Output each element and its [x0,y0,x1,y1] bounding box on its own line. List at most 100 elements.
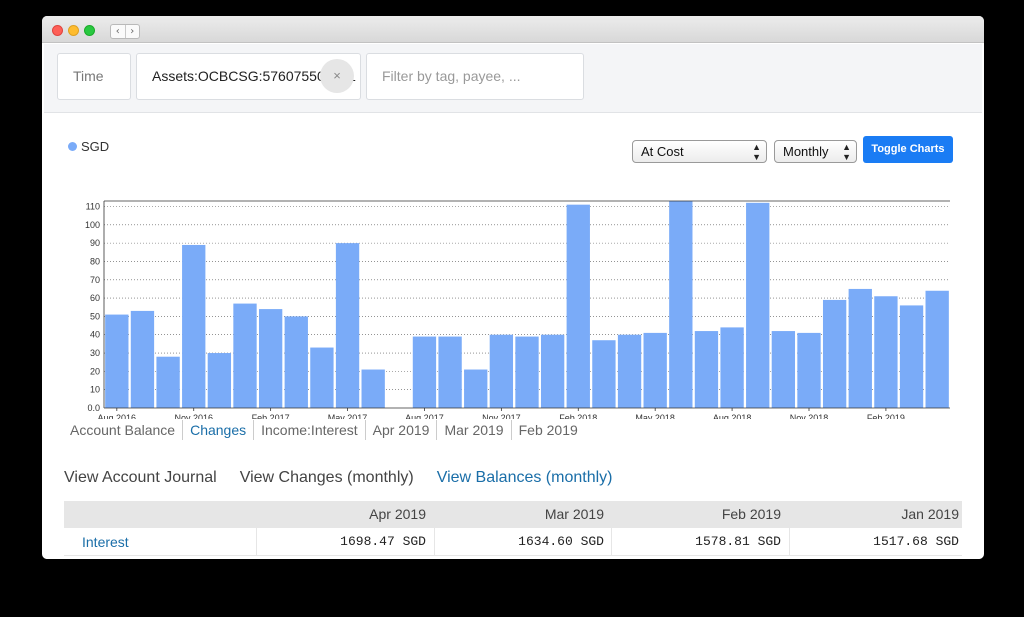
chart-bar[interactable] [617,334,642,408]
x-tick-label: Feb 2019 [867,413,905,419]
column-header[interactable]: Jan 2019 [789,501,959,528]
x-tick-label: May 2018 [635,413,675,419]
cost-select-value: At Cost [641,144,684,159]
chart-bar[interactable] [566,204,590,408]
x-tick-label: Feb 2017 [252,413,290,419]
table-row: Interest 1698.47 SGD 1634.60 SGD 1578.81 S… [64,528,962,556]
chart-bar[interactable] [899,305,924,408]
y-tick-label: 60 [90,293,100,303]
x-tick-label: Aug 2018 [713,413,752,419]
time-filter-input[interactable]: Time [57,53,131,100]
tag-payee-filter-input[interactable]: Filter by tag, payee, ... [366,53,584,100]
table-cell: 1698.47 SGD [256,528,434,556]
chart-bar[interactable] [310,347,334,408]
view-links: View Account Journal View Changes (monthl… [64,469,635,487]
chart-legend: SGD [68,139,109,154]
column-header[interactable]: Feb 2019 [611,501,781,528]
chart-tab-1[interactable]: Changes [182,420,253,440]
browser-window: ‹ › Time Assets:OCBCSG:576075501001 × Fi… [42,16,984,559]
x-tick-label: Aug 2017 [405,413,444,419]
chart-tab-4[interactable]: Mar 2019 [436,420,510,440]
chart-bar[interactable] [540,334,565,408]
chart-tab-0[interactable]: Account Balance [70,420,182,440]
chart-bar[interactable] [822,299,847,408]
chart-bars [105,201,949,408]
chart-bar[interactable] [797,332,821,408]
chart-bar[interactable] [412,336,437,408]
back-icon[interactable]: ‹ [111,25,125,38]
clear-icon[interactable]: × [320,59,354,93]
chart-bar[interactable] [361,369,385,408]
y-tick-label: 40 [90,330,100,340]
chart-tab-3[interactable]: Apr 2019 [364,420,437,440]
table-cell: 1578.81 SGD [611,528,789,556]
chart-bar[interactable] [130,310,155,408]
chart-bar[interactable] [233,303,257,408]
x-tick-label: Nov 2016 [174,413,213,419]
view-link-1[interactable]: View Changes (monthly) [240,469,414,487]
table-cell: 1634.60 SGD [434,528,612,556]
chart-tab-2[interactable]: Income:Interest [253,420,365,440]
row-account-link[interactable]: Interest [82,528,129,556]
chart-bar[interactable] [669,201,693,408]
y-tick-label: 90 [90,238,100,248]
history-nav: ‹ › [110,24,140,39]
view-link-2[interactable]: View Balances (monthly) [437,469,613,487]
table-header: Apr 2019 Mar 2019 Feb 2019 Jan 2019 [64,501,962,528]
y-tick-label: 80 [90,256,100,266]
y-tick-label: 100 [85,220,100,230]
select-arrows-icon: ▲ ▼ [752,142,761,162]
zoom-window-button[interactable] [84,25,95,36]
column-header[interactable]: Mar 2019 [434,501,604,528]
chart-bar[interactable] [694,331,719,408]
account-filter-input[interactable]: Assets:OCBCSG:576075501001 × [136,53,361,100]
interval-select-value: Monthly [783,144,829,159]
chart-bar[interactable] [874,296,898,408]
y-tick-label: 70 [90,275,100,285]
forward-icon[interactable]: › [124,25,140,38]
filter-bar: Time Assets:OCBCSG:576075501001 × Filter… [44,44,982,113]
y-tick-label: 0.0 [87,403,100,413]
chart-tab-5[interactable]: Feb 2019 [510,420,585,440]
y-tick-label: 30 [90,348,100,358]
chart-bar[interactable] [771,331,796,408]
chart-bar[interactable] [335,243,360,408]
chart-bar[interactable] [438,336,462,408]
chart-bar[interactable] [284,316,308,408]
y-tick-label: 20 [90,366,100,376]
chart-bar[interactable] [746,202,770,408]
chart-bar[interactable] [207,353,232,408]
x-tick-label: Aug 2016 [98,413,137,419]
x-tick-label: Nov 2018 [790,413,829,419]
chart-bar[interactable] [105,314,129,408]
interval-select[interactable]: Monthly ▲ ▼ [774,140,857,163]
changes-bar-chart: 0.0 10 20 30 40 50 60 70 80 90 100 110 Aug 2016 Nov 2… [85,200,950,419]
chart-bar[interactable] [489,334,514,408]
page-content: Time Assets:OCBCSG:576075501001 × Filter… [44,44,982,559]
chart-bar[interactable] [592,340,616,408]
column-header[interactable]: Apr 2019 [256,501,426,528]
y-tick-label: 110 [86,201,100,211]
chart-bar[interactable] [464,369,488,408]
cost-select[interactable]: At Cost ▲ ▼ [632,140,767,163]
chart-bar[interactable] [848,288,872,408]
close-window-button[interactable] [52,25,63,36]
chart-bar[interactable] [720,327,744,408]
chart-bar[interactable] [258,309,283,408]
y-tick-label: 50 [90,311,100,321]
legend-label: SGD [81,139,110,154]
chart-bar[interactable] [156,356,180,408]
y-tick-label: 10 [90,385,100,395]
minimize-window-button[interactable] [68,25,79,36]
x-tick-label: Feb 2018 [559,413,597,419]
x-tick-label: May 2017 [328,413,368,419]
x-tick-label: Nov 2017 [482,413,521,419]
view-link-0[interactable]: View Account Journal [64,469,217,487]
title-bar: ‹ › [42,16,984,43]
chart-bar[interactable] [182,244,206,408]
table-cell: 1517.68 SGD [789,528,967,556]
chart-bar[interactable] [925,290,949,408]
chart-bar[interactable] [515,336,539,408]
toggle-charts-button[interactable]: Toggle Charts [863,136,953,163]
chart-bar[interactable] [643,332,667,408]
